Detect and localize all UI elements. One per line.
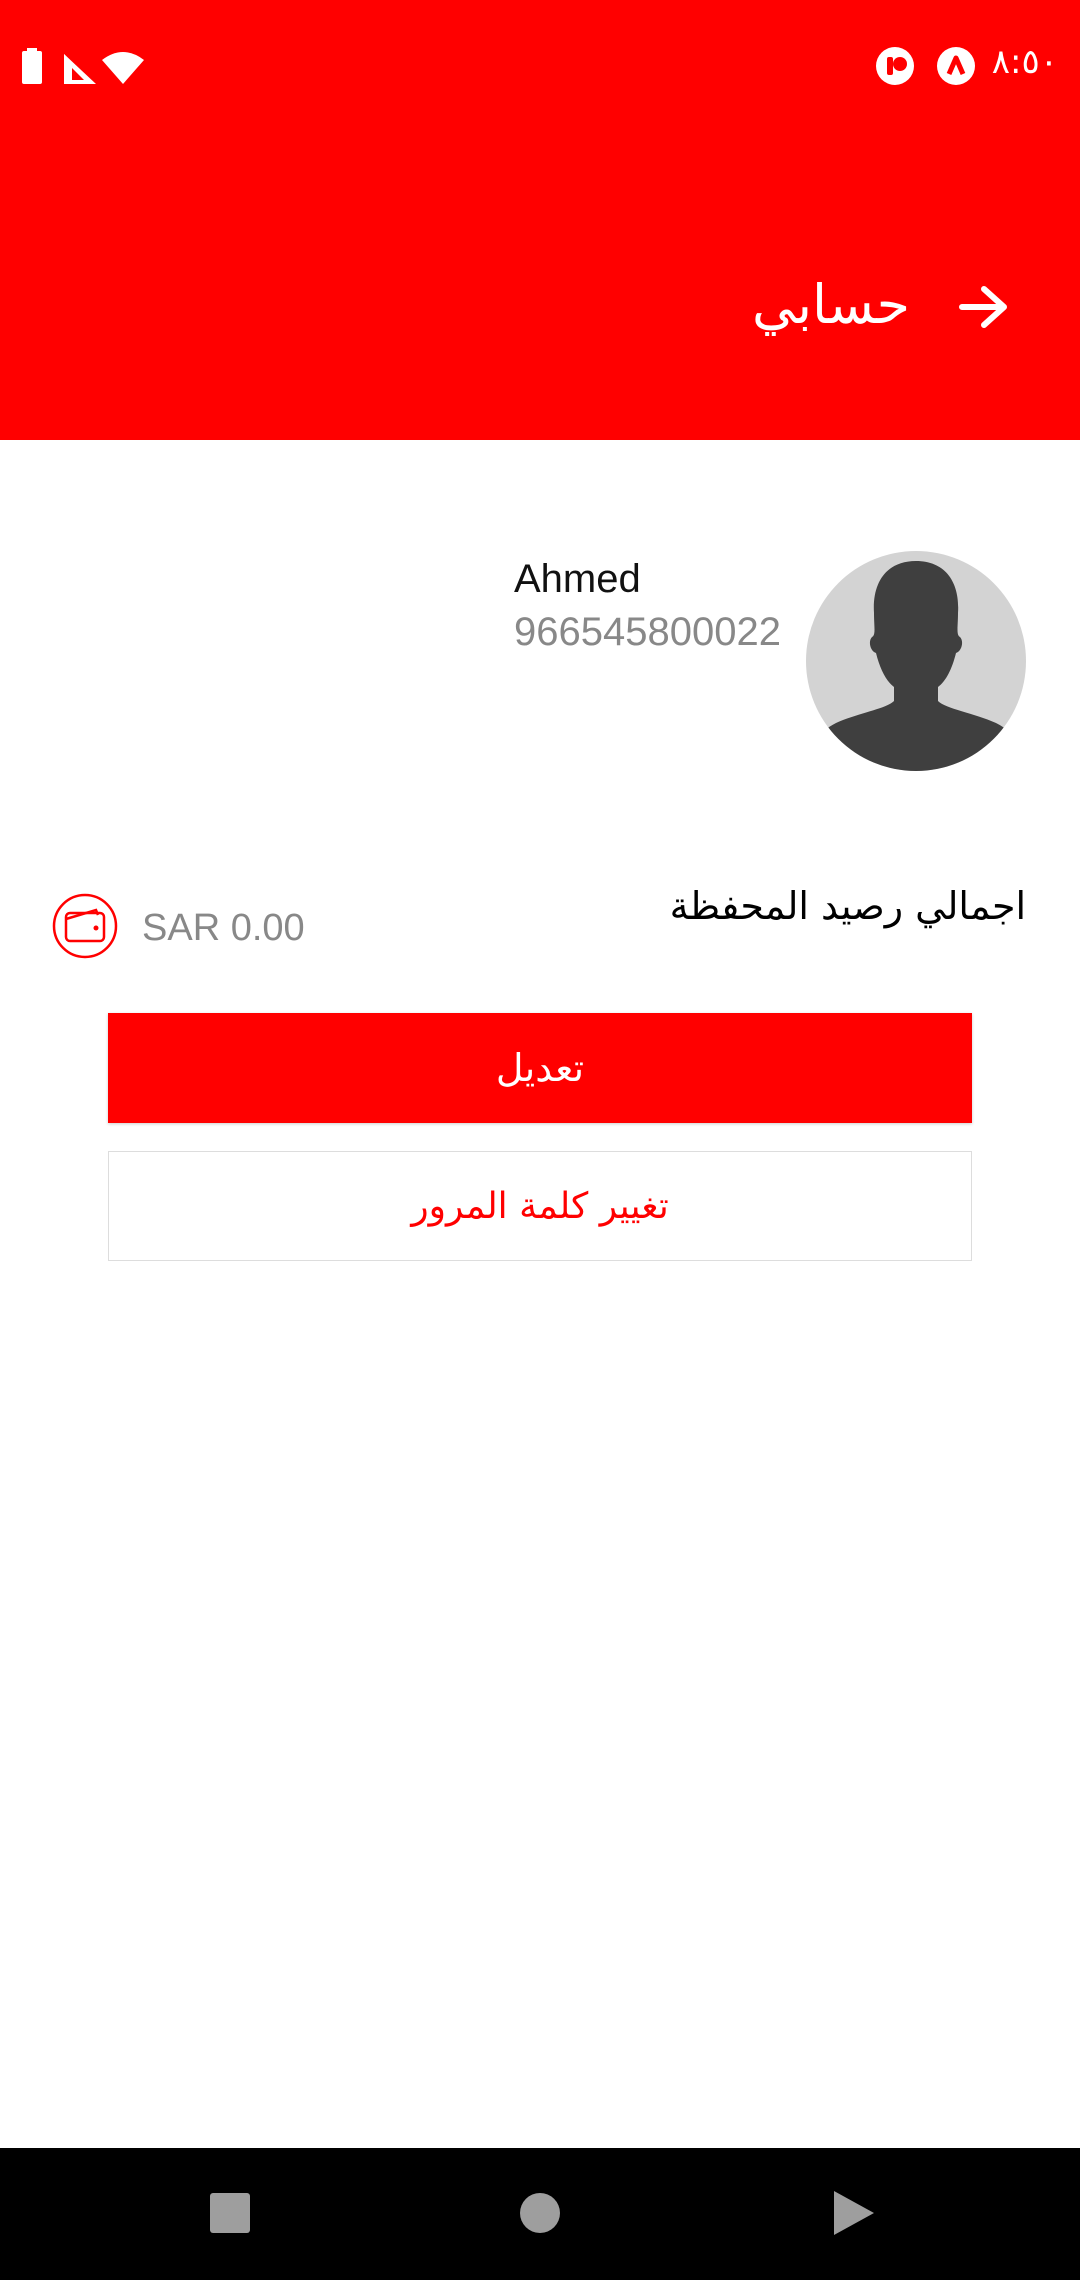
battery-icon [22, 48, 42, 84]
title-row: حسابي [0, 255, 1080, 355]
app-notification-icon [937, 47, 975, 85]
user-phone: 966545800022 [514, 610, 781, 654]
person-silhouette-icon [810, 561, 1022, 771]
triangle-icon[interactable] [832, 2190, 876, 2236]
wallet-balance-amount: SAR 0.00 [142, 907, 305, 949]
status-time: ٨:٥٠ [991, 42, 1058, 82]
wallet-balance-label: اجمالي رصيد المحفظة [669, 884, 1026, 928]
system-nav-bar [0, 2148, 1080, 2280]
square-icon[interactable] [209, 2192, 251, 2234]
circle-icon[interactable] [519, 2192, 561, 2234]
user-name: Ahmed [514, 557, 641, 601]
app-notification-icon [876, 47, 914, 85]
signal-icon [64, 54, 96, 84]
wifi-icon [102, 52, 144, 84]
change-password-button[interactable]: تغيير كلمة المرور [108, 1151, 972, 1261]
wallet-icon [52, 893, 118, 959]
page-title: حسابي [751, 273, 910, 336]
arrow-right-icon[interactable] [950, 277, 1020, 337]
avatar [806, 551, 1026, 771]
status-bar: ٨:٥٠ [0, 0, 1080, 135]
app-header: ٨:٥٠ حسابي [0, 0, 1080, 440]
edit-button[interactable]: تعديل [108, 1013, 972, 1123]
